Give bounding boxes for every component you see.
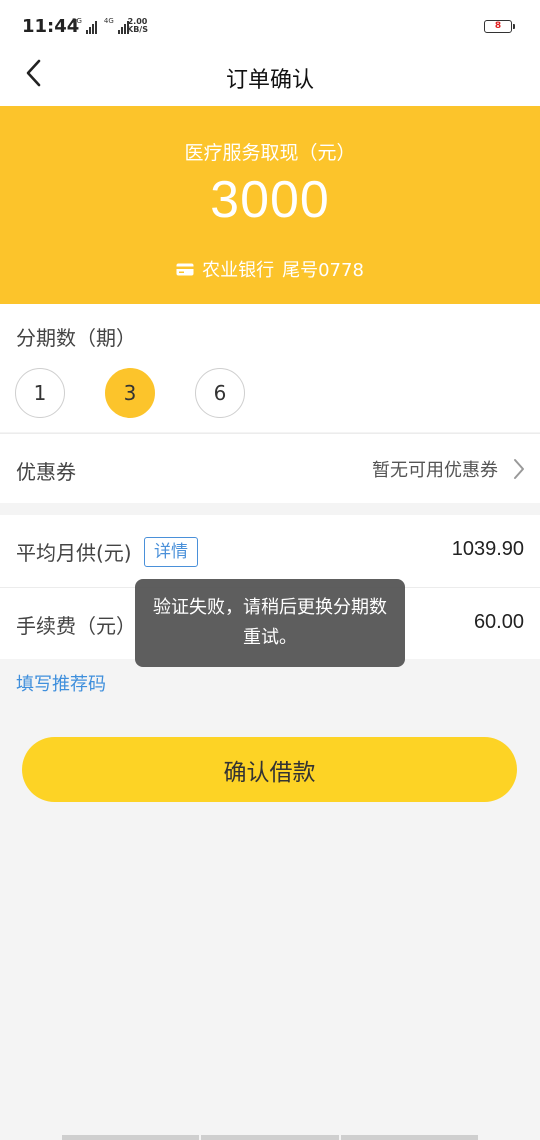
coupon-label: 优惠券 <box>16 460 76 484</box>
monthly-payment-value: 1039.90 <box>451 538 524 560</box>
fee-label: 手续费（元） <box>16 614 136 638</box>
signal-2-label: 4G <box>103 17 114 25</box>
battery-icon: 8 <box>484 20 515 33</box>
status-time: 11:44 <box>22 16 80 37</box>
signal-indicators: 3G 4G <box>72 18 129 34</box>
error-toast: 验证失败，请稍后更换分期数重试。 <box>135 579 405 667</box>
period-option-3[interactable]: 3 <box>105 368 155 418</box>
battery-level: 8 <box>494 21 502 31</box>
card-tail: 尾号0778 <box>282 260 364 281</box>
gesture-bar <box>62 1135 478 1140</box>
signal-1-icon <box>85 20 97 34</box>
period-option-6[interactable]: 6 <box>195 368 245 418</box>
installment-title: 分期数（期） <box>16 326 136 350</box>
bank-name: 农业银行 <box>202 260 275 281</box>
referral-code-link[interactable]: 填写推荐码 <box>16 670 106 696</box>
status-bar: 11:44 3G 4G 2.00 KB/S 8 <box>0 0 540 52</box>
monthly-payment-label: 平均月供(元) <box>16 541 132 565</box>
detail-button[interactable]: 详情 <box>144 537 198 567</box>
net-speed-unit: KB/S <box>127 25 148 34</box>
fee-value: 60.00 <box>473 611 524 633</box>
page-title: 订单确认 <box>225 68 314 93</box>
card-icon <box>176 263 194 275</box>
bank-card-info: 农业银行 尾号0778 <box>0 256 540 282</box>
coupon-row[interactable]: 优惠券 暂无可用优惠券 <box>0 433 540 503</box>
amount-value: 3000 <box>210 171 330 229</box>
amount-banner: 医疗服务取现（元） 3000 农业银行 尾号0778 <box>0 106 540 304</box>
monthly-payment-row: 平均月供(元) 详情 1039.90 <box>0 515 540 587</box>
chevron-right-icon <box>514 459 524 479</box>
confirm-loan-button[interactable]: 确认借款 <box>22 737 517 802</box>
coupon-value: 暂无可用优惠券 <box>372 460 498 481</box>
nav-bar: 订单确认 <box>0 52 540 106</box>
net-speed: 2.00 KB/S <box>127 18 148 34</box>
signal-1-label: 3G <box>72 17 82 25</box>
amount-label: 医疗服务取现（元） <box>184 142 356 164</box>
period-option-1[interactable]: 1 <box>15 368 65 418</box>
installment-section: 分期数（期） 1 3 6 <box>0 304 540 432</box>
